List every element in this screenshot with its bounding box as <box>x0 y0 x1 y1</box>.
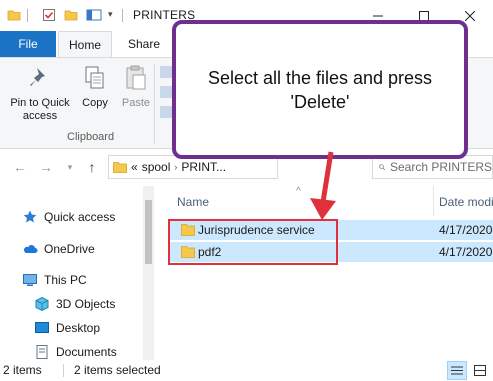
search-placeholder: Search PRINTERS <box>389 160 492 174</box>
paste-icon <box>126 65 146 90</box>
selection-highlight-box <box>168 219 338 265</box>
cube-icon <box>35 296 49 312</box>
nav-label: Desktop <box>56 321 101 335</box>
nav-item-desktop[interactable]: Desktop <box>34 317 100 339</box>
nav-label: This PC <box>44 273 87 287</box>
clipboard-group-label: Clipboard <box>67 131 115 143</box>
search-icon <box>379 164 385 170</box>
breadcrumb-printers[interactable]: PRINT... <box>181 160 226 174</box>
view-pane-icon[interactable] <box>86 8 102 22</box>
chevron-right-icon[interactable]: › <box>174 162 177 172</box>
nav-label: OneDrive <box>44 242 95 256</box>
computer-icon <box>23 274 37 286</box>
pointer-arrow-icon <box>310 151 336 220</box>
paste-label: Paste <box>121 97 151 109</box>
copy-path-icon[interactable] <box>160 86 172 98</box>
nav-item-this-pc[interactable]: This PC <box>22 269 87 291</box>
toolbar-separator <box>27 9 28 22</box>
forward-arrow-icon[interactable]: → <box>38 159 54 175</box>
close-icon <box>465 10 475 21</box>
details-view-icon <box>451 366 463 375</box>
nav-scrollbar-thumb[interactable] <box>145 200 152 264</box>
new-folder-icon[interactable] <box>64 8 78 22</box>
column-date-header[interactable]: Date modi <box>439 195 493 209</box>
minimize-icon <box>373 15 383 16</box>
nav-label: 3D Objects <box>56 297 116 311</box>
nav-item-onedrive[interactable]: OneDrive <box>22 238 95 260</box>
nav-label: Documents <box>56 345 117 359</box>
status-separator <box>63 364 64 377</box>
folder-icon <box>113 162 127 173</box>
folder-icon <box>7 8 21 22</box>
cloud-icon <box>23 245 38 253</box>
column-separator[interactable] <box>433 186 434 216</box>
nav-label: Quick access <box>44 210 116 224</box>
large-icons-view-icon <box>474 365 486 376</box>
file-date: 4/17/2020 <box>439 245 493 259</box>
tab-share[interactable]: Share <box>120 31 168 57</box>
nav-item-quick-access[interactable]: Quick access <box>22 206 115 228</box>
desktop-icon <box>35 322 49 333</box>
tab-file[interactable]: File <box>0 31 56 57</box>
nav-scrollbar[interactable] <box>143 186 154 360</box>
pin-label: Pin to Quick access <box>10 97 70 122</box>
paste-button[interactable]: Paste <box>118 64 154 110</box>
pin-icon <box>30 68 45 86</box>
customize-toolbar-icon[interactable]: ▾ <box>108 9 122 23</box>
recent-locations-icon[interactable]: ▾ <box>62 159 78 175</box>
instruction-callout: Select all the files and press 'Delete' <box>172 20 468 159</box>
address-overflow[interactable]: « <box>131 160 138 174</box>
status-bar: 2 items 2 items selected <box>0 360 493 381</box>
toolbar-separator <box>122 9 123 22</box>
nav-item-3d-objects[interactable]: 3D Objects <box>34 293 115 315</box>
selected-count: 2 items selected <box>74 363 161 377</box>
pin-to-quick-access-button[interactable]: Pin to Quick access <box>6 64 74 123</box>
maximize-icon <box>419 10 429 21</box>
properties-icon[interactable] <box>42 8 56 22</box>
star-icon <box>23 210 37 223</box>
file-date: 4/17/2020 <box>439 223 493 237</box>
details-view-button[interactable] <box>447 361 467 380</box>
up-arrow-icon[interactable]: ↑ <box>84 159 100 175</box>
callout-text: Select all the files and press 'Delete' <box>207 67 433 112</box>
column-name-header[interactable]: Name <box>177 195 209 209</box>
ribbon-group-separator <box>154 64 155 144</box>
large-icons-view-button[interactable] <box>470 361 490 380</box>
breadcrumb-spool[interactable]: spool <box>142 160 171 174</box>
cut-icon[interactable] <box>160 66 172 78</box>
sort-ascending-icon: ^ <box>296 186 301 197</box>
copy-label: Copy <box>82 97 108 109</box>
tab-home[interactable]: Home <box>58 31 112 57</box>
documents-icon <box>36 345 48 359</box>
navigation-pane: Quick access OneDrive This PC 3D Objects… <box>0 186 155 360</box>
copy-icon <box>85 66 104 89</box>
item-count: 2 items <box>3 363 42 377</box>
paste-shortcut-icon[interactable] <box>160 106 172 118</box>
back-arrow-icon[interactable]: ← <box>12 159 28 175</box>
copy-button[interactable]: Copy <box>78 64 112 110</box>
